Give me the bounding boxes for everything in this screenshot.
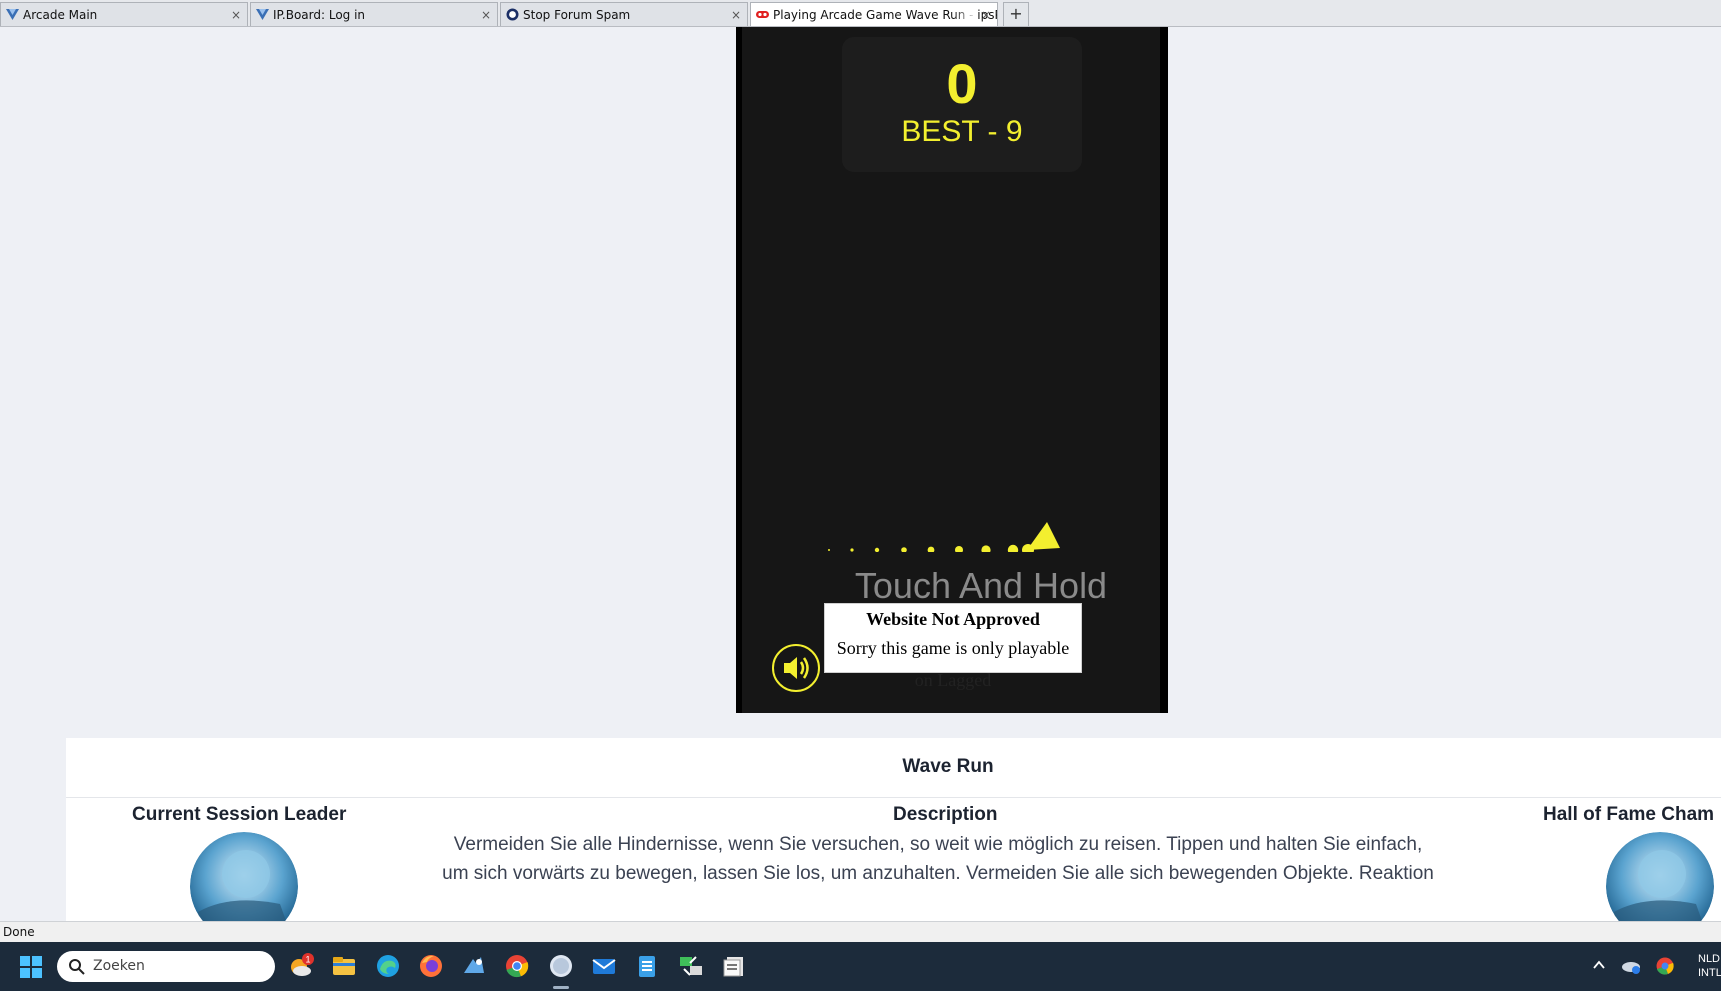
wave-arrow-icon xyxy=(1027,522,1060,550)
website-not-approved-notice: Website Not Approved Sorry this game is … xyxy=(824,603,1082,673)
new-tab-button[interactable]: + xyxy=(1003,2,1029,26)
tab-close-icon[interactable]: × xyxy=(981,3,991,26)
speaker-icon xyxy=(784,657,809,679)
trail-dot xyxy=(981,545,991,552)
browser-status-bar: Done xyxy=(0,921,1721,942)
search-icon xyxy=(69,959,85,975)
session-leader-heading: Current Session Leader xyxy=(132,804,347,825)
tab-title-fade xyxy=(953,3,977,25)
language-code: NLD xyxy=(1698,953,1721,965)
chrome-tray-icon[interactable] xyxy=(1655,956,1675,976)
ftp-client-icon[interactable] xyxy=(678,953,704,979)
search-placeholder: Zoeken xyxy=(93,958,145,974)
trail-dot xyxy=(927,546,935,552)
tab-close-icon[interactable]: × xyxy=(231,3,241,26)
divider xyxy=(66,797,1721,798)
status-text: Done xyxy=(3,925,35,939)
windows-start-icon[interactable] xyxy=(20,956,42,978)
weather-icon[interactable]: 1 xyxy=(288,953,314,979)
hall-of-fame-heading: Hall of Fame Cham xyxy=(1543,804,1715,825)
game-canvas[interactable]: 0 BEST - 9 Touch And Hold Website Not Ap… xyxy=(742,27,1160,713)
mail-icon[interactable] xyxy=(591,953,617,979)
description-heading: Description xyxy=(893,804,998,825)
description-line: um sich vorwärts zu bewegen, lassen Sie … xyxy=(442,863,1434,884)
taskbar-search-box[interactable]: Zoeken xyxy=(57,951,275,982)
trail-dot xyxy=(955,546,963,552)
notice-overflow-text: on Lagged xyxy=(914,670,992,690)
document-app-icon[interactable] xyxy=(721,953,747,979)
touch-and-hold-prompt: Touch And Hold xyxy=(854,565,1108,606)
game-info-panel: Wave Run Current Session Leader Descript… xyxy=(66,738,1721,940)
file-explorer-icon[interactable] xyxy=(331,953,357,979)
tray-overflow-chevron-icon[interactable] xyxy=(1590,956,1608,974)
firefox-icon[interactable] xyxy=(418,953,444,979)
trail-dot xyxy=(828,549,830,551)
tab-title: IP.Board: Log in xyxy=(273,8,366,22)
windows-taskbar: Zoeken 1 NLD INTL xyxy=(0,942,1721,991)
keyboard-layout: INTL xyxy=(1698,967,1721,979)
tab-arcade-main[interactable]: Arcade Main × xyxy=(0,2,248,26)
notice-message: Sorry this game is only playable xyxy=(836,638,1070,658)
ipb-favicon-icon xyxy=(256,9,269,20)
sound-toggle-button[interactable] xyxy=(772,644,820,692)
game-title: Wave Run xyxy=(902,756,994,777)
keyboard-language-indicator[interactable]: NLD INTL xyxy=(1698,952,1721,980)
trail-dot xyxy=(874,547,880,552)
ipb-favicon-icon xyxy=(6,9,19,20)
tab-ipboard-login[interactable]: IP.Board: Log in × xyxy=(250,2,498,26)
description-line: Vermeiden Sie alle Hindernisse, wenn Sie… xyxy=(453,834,1423,855)
stop-forum-spam-favicon-icon xyxy=(506,8,519,21)
current-score: 0 xyxy=(946,52,978,115)
edge-browser-icon[interactable] xyxy=(375,953,401,979)
game-description: Vermeiden Sie alle Hindernisse, wenn Sie… xyxy=(406,830,1470,888)
chrome-icon[interactable] xyxy=(504,953,530,979)
gamepad-favicon-icon xyxy=(756,11,769,18)
best-score: BEST - 9 xyxy=(901,115,1023,148)
wave-trail xyxy=(828,522,1060,552)
tab-wave-run[interactable]: Playing Arcade Game Wave Run - ipsPr × xyxy=(750,2,998,26)
onedrive-icon[interactable] xyxy=(1620,956,1642,976)
score-panel: 0 BEST - 9 xyxy=(842,37,1082,172)
notice-title: Website Not Approved xyxy=(866,609,1040,629)
active-app-indicator xyxy=(553,986,569,989)
trail-dot xyxy=(901,547,907,552)
notification-badge: 1 xyxy=(305,955,310,965)
pale-moon-browser-icon[interactable] xyxy=(548,953,574,979)
trail-dot xyxy=(850,548,854,552)
browser-tab-bar: Arcade Main × IP.Board: Log in × Stop Fo… xyxy=(0,0,1721,27)
tab-title: Stop Forum Spam xyxy=(523,8,631,22)
game-frame[interactable]: 0 BEST - 9 Touch And Hold Website Not Ap… xyxy=(736,27,1168,713)
tab-title: Arcade Main xyxy=(23,8,98,22)
tab-close-icon[interactable]: × xyxy=(731,3,741,26)
trail-dot xyxy=(1007,544,1019,552)
tab-stop-forum-spam[interactable]: Stop Forum Spam × xyxy=(500,2,748,26)
paint-tool-icon[interactable] xyxy=(461,953,487,979)
notepad-icon[interactable] xyxy=(634,953,660,979)
tab-close-icon[interactable]: × xyxy=(481,3,491,26)
